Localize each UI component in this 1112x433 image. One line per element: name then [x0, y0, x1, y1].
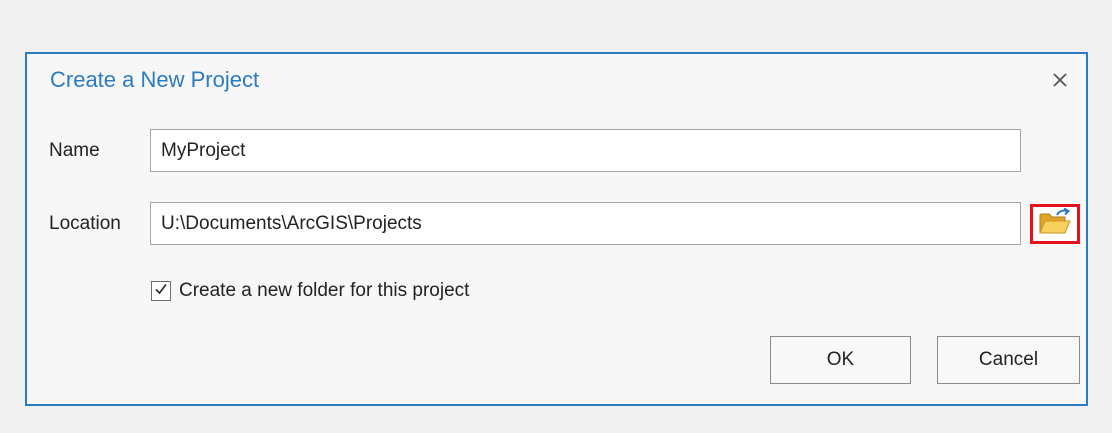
- folder-open-icon: [1038, 207, 1072, 241]
- checkmark-icon: [154, 282, 168, 301]
- create-project-dialog: Create a New Project Name MyProject Loca…: [25, 52, 1088, 406]
- cancel-button[interactable]: Cancel: [937, 336, 1080, 384]
- create-folder-label: Create a new folder for this project: [179, 280, 470, 301]
- close-icon: [1052, 72, 1068, 93]
- dialog-title: Create a New Project: [50, 67, 260, 92]
- create-folder-checkbox[interactable]: [151, 281, 171, 301]
- location-label: Location: [49, 213, 121, 234]
- browse-location-button[interactable]: [1030, 204, 1080, 244]
- name-label: Name: [49, 140, 100, 161]
- name-input[interactable]: MyProject: [150, 129, 1021, 172]
- ok-button[interactable]: OK: [770, 336, 911, 384]
- close-button[interactable]: [1044, 66, 1076, 98]
- location-input[interactable]: U:\Documents\ArcGIS\Projects: [150, 202, 1021, 245]
- create-folder-option[interactable]: Create a new folder for this project: [151, 280, 469, 302]
